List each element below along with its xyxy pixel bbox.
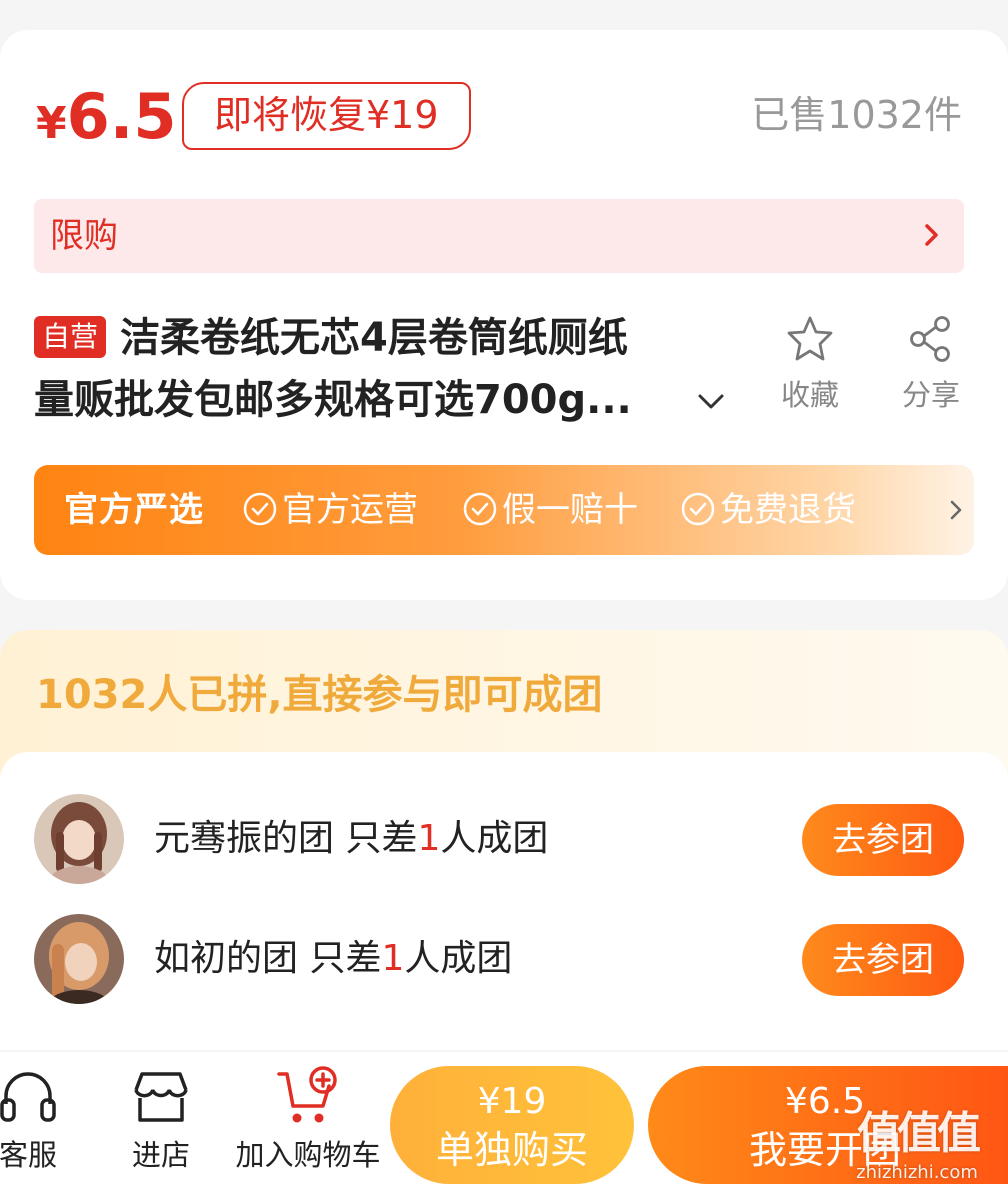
buy-alone-label: 单独购买	[435, 1128, 588, 1172]
limit-purchase-bar[interactable]: 限购	[34, 199, 964, 273]
check-circle-icon	[681, 492, 715, 525]
add-to-cart-button[interactable]: 加入购物车	[228, 1066, 388, 1174]
guarantee-item: 假一赔十	[462, 465, 638, 555]
group-owner-name: 如初的团	[154, 938, 299, 979]
group-need-count: 1	[417, 818, 441, 859]
group-buy-heading: 1032人已拼,直接参与即可成团	[36, 672, 603, 718]
chevron-right-icon	[925, 224, 938, 246]
watermark-url: zhizhizhi.com	[856, 1162, 978, 1183]
favorite-button[interactable]: 收藏	[765, 314, 855, 414]
enter-shop-label: 进店	[131, 1138, 190, 1172]
sold-count: 已售1032件	[751, 93, 962, 137]
buy-alone-button[interactable]: ¥19 单独购买	[390, 1066, 634, 1184]
self-operated-tag: 自营	[34, 316, 107, 358]
group-owner-name: 元骞振的团	[154, 818, 335, 859]
group-need-suffix: 人成团	[404, 938, 513, 979]
chevron-down-icon[interactable]	[696, 386, 726, 416]
current-price: ¥6.5	[36, 82, 176, 168]
buy-alone-price: ¥19	[477, 1081, 547, 1122]
headset-icon	[0, 1072, 56, 1122]
product-card: ¥6.5 即将恢复¥19 已售1032件 限购 自营 洁柔卷纸无芯4层卷筒纸厕纸…	[0, 30, 1008, 600]
avatar	[34, 914, 124, 1004]
product-title-line2: 量贩批发包邮多规格可选700g...	[34, 377, 632, 423]
share-button[interactable]: 分享	[886, 314, 976, 414]
product-title-line1: 洁柔卷纸无芯4层卷筒纸厕纸	[120, 315, 628, 361]
customer-service-button[interactable]: 客服	[0, 1066, 74, 1174]
join-group-button[interactable]: 去参团	[802, 804, 964, 876]
join-group-button[interactable]: 去参团	[802, 924, 964, 996]
star-icon	[787, 316, 833, 361]
check-circle-icon	[463, 492, 497, 525]
share-icon	[910, 316, 950, 362]
group-need-prefix: 只差	[345, 818, 418, 859]
share-label: 分享	[901, 378, 960, 412]
store-icon	[134, 1072, 188, 1122]
group-description: 如初的团 只差1人成团	[154, 914, 512, 1004]
guarantee-label: 免费退货	[720, 490, 856, 530]
group-need-suffix: 人成团	[440, 818, 549, 859]
guarantee-label: 官方运营	[282, 490, 418, 530]
site-watermark: 值值值 zhizhizhi.com	[832, 1108, 1002, 1200]
official-selection-title: 官方严选	[64, 490, 204, 530]
group-row: 如初的团 只差1人成团 去参团	[0, 914, 1008, 1014]
avatar	[34, 794, 124, 884]
group-row: 元骞振的团 只差1人成团 去参团	[0, 794, 1008, 894]
price-value: 6.5	[66, 80, 177, 153]
official-selection-bar[interactable]: 官方严选 官方运营 假一赔十 免费退货	[34, 465, 974, 555]
add-to-cart-label: 加入购物车	[235, 1138, 381, 1172]
cart-add-icon	[277, 1066, 337, 1123]
group-need-count: 1	[381, 938, 405, 979]
guarantee-item: 官方运营	[242, 465, 418, 555]
group-list: 元骞振的团 只差1人成团 去参团 如初的团 只差1人成团 去参团	[0, 752, 1008, 1050]
group-buy-card: 1032人已拼,直接参与即可成团 元骞振的团 只差1人成团 去参团 如初的团 只…	[0, 630, 1008, 1050]
price-row: ¥6.5 即将恢复¥19 已售1032件	[36, 82, 976, 152]
currency-symbol: ¥	[36, 98, 67, 149]
group-description: 元骞振的团 只差1人成团	[154, 794, 548, 884]
limit-purchase-label: 限购	[50, 216, 118, 256]
group-need-prefix: 只差	[309, 938, 382, 979]
customer-service-label: 客服	[0, 1138, 57, 1172]
watermark-glyphs: 值值值	[857, 1108, 981, 1159]
chevron-right-icon	[950, 500, 962, 520]
favorite-label: 收藏	[780, 378, 839, 412]
restore-price-badge: 即将恢复¥19	[182, 82, 471, 150]
enter-shop-button[interactable]: 进店	[114, 1066, 208, 1174]
guarantee-item: 免费退货	[680, 465, 856, 555]
guarantee-label: 假一赔十	[502, 490, 638, 530]
check-circle-icon	[243, 492, 277, 525]
